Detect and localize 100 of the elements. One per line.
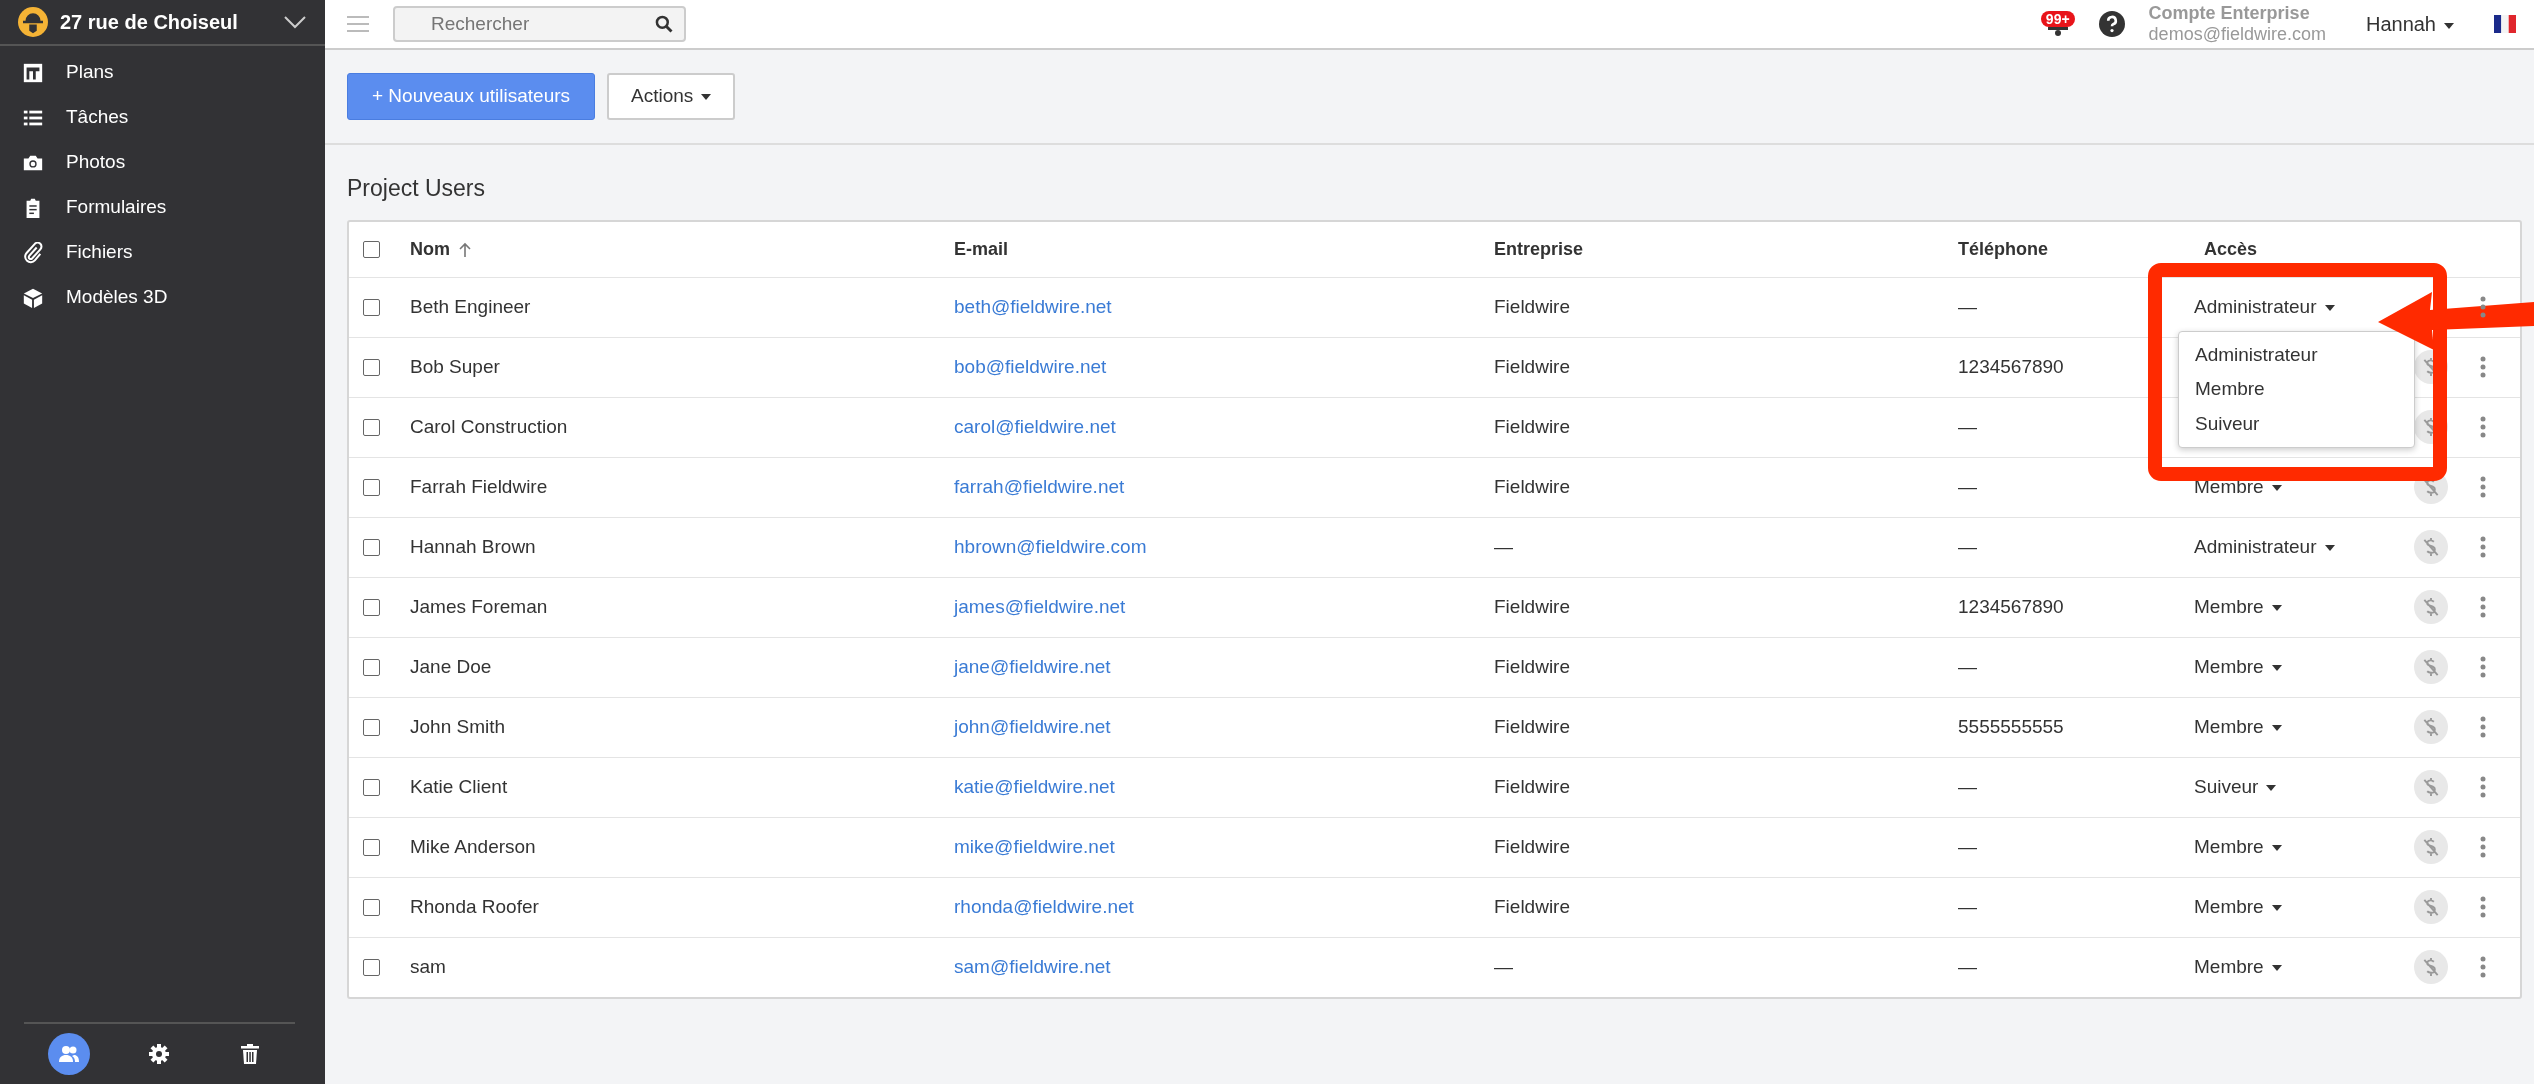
company-cell-text: Fieldwire: [1493, 474, 1572, 499]
more-icon: [2480, 716, 2486, 738]
access-dropdown[interactable]: Administrateur: [2194, 532, 2335, 562]
phone-cell-text: —: [1957, 774, 1978, 799]
email-link[interactable]: john@fieldwire.net: [942, 715, 1111, 737]
row-checkbox[interactable]: [363, 838, 380, 856]
row-checkbox[interactable]: [363, 358, 380, 376]
user-name: John Smith: [409, 714, 507, 739]
row-checkbox[interactable]: [363, 538, 380, 556]
sidebar-item[interactable]: Tâches: [0, 95, 325, 140]
user-name: Hannah Brown: [409, 534, 537, 559]
more-icon: [2480, 656, 2486, 678]
dollar-off-icon: [2423, 537, 2439, 557]
access-dropdown[interactable]: Membre: [2194, 592, 2282, 622]
menu-icon: [347, 15, 369, 33]
access-dropdown[interactable]: Membre: [2194, 712, 2282, 742]
row-checkbox[interactable]: [363, 898, 380, 916]
billing-button[interactable]: [2414, 890, 2448, 924]
billing-button[interactable]: [2414, 530, 2448, 564]
menu-item[interactable]: Suiveur: [2179, 406, 2414, 442]
access-dropdown[interactable]: Membre: [2194, 952, 2282, 982]
column-header: Accès: [2203, 237, 2259, 261]
phone-cell-text: —: [1957, 534, 1978, 559]
chevron-down-icon: [283, 14, 307, 30]
row-checkbox[interactable]: [363, 778, 380, 796]
row-checkbox[interactable]: [363, 478, 380, 496]
row-checkbox[interactable]: [363, 658, 380, 676]
bell-icon: [2047, 27, 2068, 38]
menu-item[interactable]: Administrateur: [2179, 337, 2414, 373]
column-header[interactable]: Nom: [402, 235, 942, 263]
help-button[interactable]: [2098, 11, 2125, 37]
row-checkbox[interactable]: [363, 298, 380, 316]
company-cell-text: Fieldwire: [1493, 834, 1572, 859]
row-checkbox[interactable]: [363, 418, 380, 436]
user-name: Bob Super: [409, 354, 501, 379]
dollar-off-icon: [2423, 717, 2439, 737]
actions-dropdown[interactable]: Actions: [607, 73, 736, 120]
company-cell-text: Fieldwire: [1493, 294, 1572, 319]
menu-item[interactable]: Membre: [2179, 372, 2414, 407]
email-link[interactable]: hbrown@fieldwire.com: [942, 535, 1147, 557]
sidebar-item[interactable]: Fichiers: [0, 230, 325, 275]
email-link[interactable]: farrah@fieldwire.net: [942, 475, 1125, 497]
language-button[interactable]: [2494, 15, 2516, 33]
email-link[interactable]: rhonda@fieldwire.net: [942, 895, 1134, 917]
access-dropdown[interactable]: Suiveur: [2194, 772, 2277, 802]
email-link[interactable]: katie@fieldwire.net: [942, 775, 1115, 797]
search-field[interactable]: Rechercher: [393, 6, 686, 42]
email-link[interactable]: mike@fieldwire.net: [942, 835, 1115, 857]
more-icon: [2480, 896, 2486, 918]
email-link[interactable]: jane@fieldwire.net: [942, 655, 1111, 677]
billing-button[interactable]: [2414, 830, 2448, 864]
user-name: Beth Engineer: [409, 294, 532, 319]
access-dropdown[interactable]: Membre: [2194, 892, 2282, 922]
dollar-off-icon: [2423, 777, 2439, 797]
sidebar-item[interactable]: Plans: [0, 50, 325, 95]
access-dropdown[interactable]: Membre: [2194, 472, 2282, 502]
more-icon: [2480, 536, 2486, 558]
dollar-off-icon: [2423, 957, 2439, 977]
billing-button[interactable]: [2414, 650, 2448, 684]
billing-button[interactable]: [2414, 710, 2448, 744]
email-link[interactable]: beth@fieldwire.net: [942, 295, 1112, 317]
company-cell-text: Fieldwire: [1493, 774, 1572, 799]
more-icon: [2480, 356, 2486, 378]
email-link[interactable]: bob@fieldwire.net: [942, 355, 1107, 377]
phone-cell-text: —: [1957, 894, 1978, 919]
access-dropdown[interactable]: Administrateur: [2194, 292, 2335, 322]
project-name: 27 rue de Choiseul: [60, 10, 239, 35]
more-icon: [2480, 776, 2486, 798]
sidebar-item[interactable]: Modèles 3D: [0, 275, 325, 320]
billing-button[interactable]: [2414, 590, 2448, 624]
row-checkbox[interactable]: [363, 718, 380, 736]
phone-cell-text: —: [1957, 474, 1978, 499]
email-link[interactable]: carol@fieldwire.net: [942, 415, 1116, 437]
company-cell-text: Fieldwire: [1493, 594, 1572, 619]
billing-button[interactable]: [2414, 770, 2448, 804]
row-checkbox[interactable]: [363, 598, 380, 616]
sidebar-item[interactable]: Formulaires: [0, 185, 325, 230]
row-checkbox[interactable]: [363, 958, 380, 976]
column-header: Entreprise: [1493, 237, 1585, 261]
company-cell-text: Fieldwire: [1493, 654, 1572, 679]
user-menu[interactable]: Hannah: [2365, 9, 2454, 39]
notifications-button[interactable]: [2047, 27, 2068, 38]
sidebar-item[interactable]: Photos: [0, 140, 325, 185]
user-name: Farrah Fieldwire: [409, 474, 549, 499]
access-dropdown[interactable]: Membre: [2194, 652, 2282, 682]
select-all-checkbox[interactable]: [363, 240, 380, 258]
user-name: James Foreman: [409, 594, 549, 619]
access-dropdown[interactable]: Membre: [2194, 832, 2282, 862]
phone-cell-text: 1234567890: [1957, 354, 2065, 379]
search-icon: [654, 14, 674, 34]
company-cell-text: —: [1493, 954, 1514, 979]
billing-button[interactable]: [2414, 950, 2448, 984]
user-name: sam: [409, 954, 447, 979]
email-link[interactable]: james@fieldwire.net: [942, 595, 1126, 617]
company-cell-text: —: [1493, 534, 1514, 559]
column-header: E-mail: [953, 237, 1010, 261]
email-link[interactable]: sam@fieldwire.net: [942, 955, 1111, 977]
dollar-off-icon: [2423, 657, 2439, 677]
users-button[interactable]: [48, 1033, 91, 1075]
dollar-off-icon: [2423, 597, 2439, 617]
